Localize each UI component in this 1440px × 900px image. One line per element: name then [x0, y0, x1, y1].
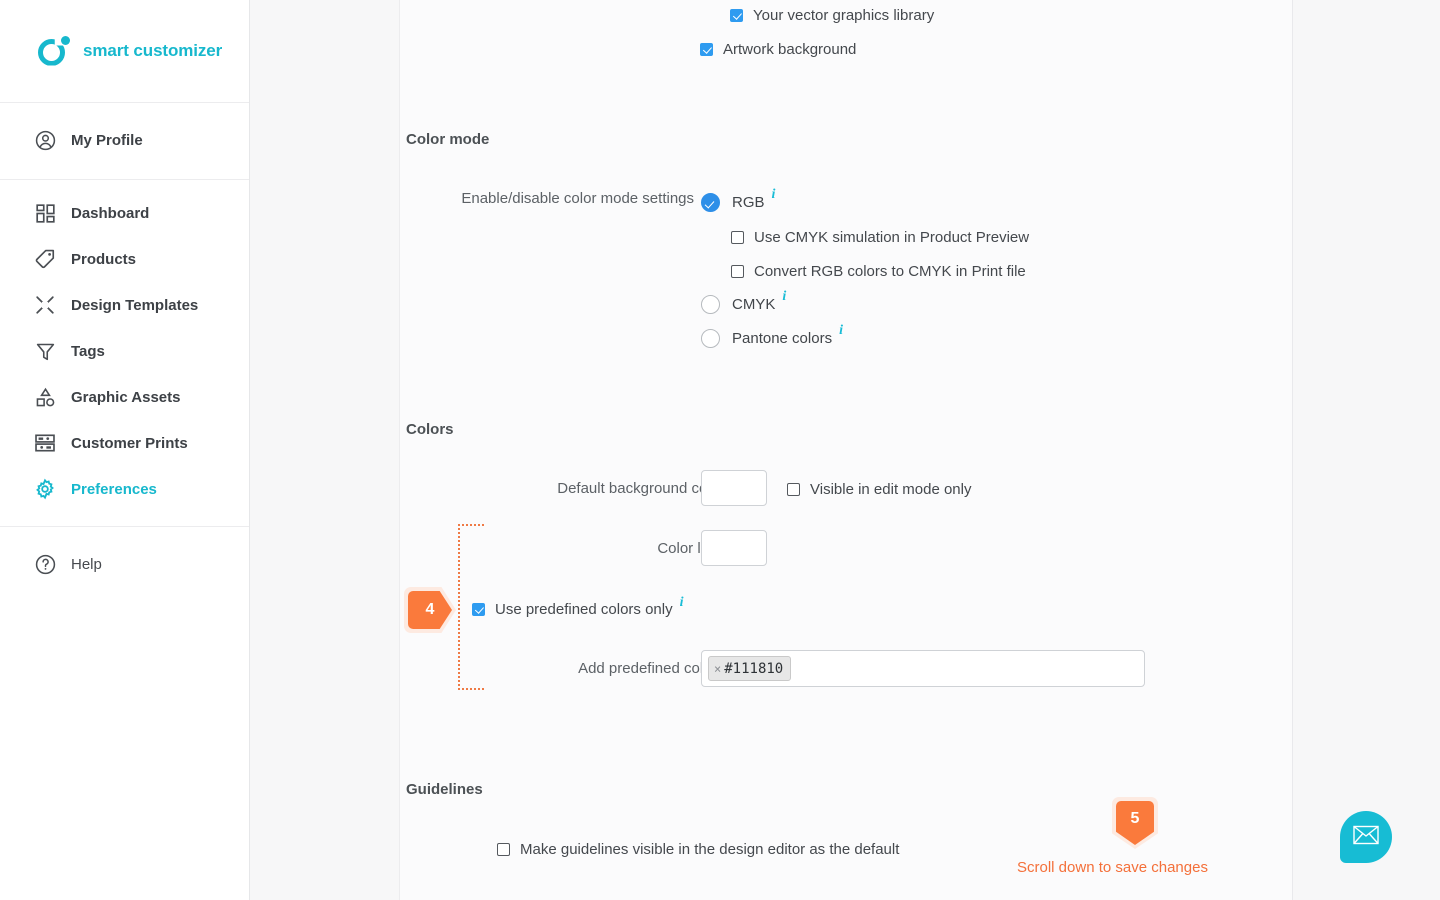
convert-rgb-to-cmyk-label: Convert RGB colors to CMYK in Print file: [754, 263, 1026, 280]
default-background-color-label: Default background color: [557, 480, 724, 497]
design-templates-icon: [32, 292, 58, 318]
envelope-icon: [1353, 825, 1379, 850]
cmyk-simulation-label: Use CMYK simulation in Product Preview: [754, 229, 1030, 246]
sidebar-item-label: Help: [71, 555, 102, 573]
use-predefined-colors-checkbox[interactable]: [472, 603, 485, 616]
vector-library-checkbox[interactable]: [730, 9, 743, 22]
brand-logo[interactable]: smart customizer: [0, 0, 249, 103]
artwork-background-label: Artwork background: [723, 41, 857, 58]
sidebar-item-label: Graphic Assets: [71, 388, 181, 406]
artwork-background-checkbox[interactable]: [700, 43, 713, 56]
radio-row-rgb[interactable]: RGB i: [701, 187, 775, 212]
chip-value: #111810: [724, 660, 784, 677]
default-background-color-input[interactable]: [701, 470, 767, 506]
funnel-icon: [32, 338, 58, 364]
pantone-info-icon[interactable]: i: [839, 323, 843, 339]
sidebar-group-main: Dashboard Products Design Templates Tags…: [0, 180, 249, 527]
tag-icon: [32, 246, 58, 272]
cmyk-radio[interactable]: [701, 295, 720, 314]
color-limit-label: Color limit: [657, 540, 724, 557]
checkbox-row-vector-library[interactable]: Your vector graphics library: [730, 7, 934, 24]
checkbox-row-visible-edit-mode[interactable]: Visible in edit mode only: [787, 481, 971, 498]
chip-remove-icon[interactable]: ×: [714, 662, 721, 676]
color-chip[interactable]: × #111810: [708, 656, 792, 681]
pantone-label: Pantone colors: [732, 330, 833, 347]
sidebar-group-help: Help: [0, 527, 249, 601]
use-predefined-colors-info-icon[interactable]: i: [680, 595, 684, 611]
make-guidelines-visible-label: Make guidelines visible in the design ed…: [520, 841, 900, 858]
sidebar-item-label: Products: [71, 250, 137, 268]
section-title-guidelines: Guidelines: [406, 781, 483, 798]
visible-edit-mode-checkbox[interactable]: [787, 483, 800, 496]
content-right-gutter: [1293, 0, 1440, 900]
sidebar-item-help[interactable]: Help: [0, 541, 249, 587]
cmyk-info-icon[interactable]: i: [782, 289, 786, 305]
customer-prints-icon: [32, 430, 58, 456]
section-title-color-mode: Color mode: [406, 131, 490, 148]
color-mode-field-label: Enable/disable color mode settings: [461, 190, 694, 207]
sidebar-item-label: Customer Prints: [71, 434, 188, 452]
sidebar-item-label: Design Templates: [71, 296, 199, 314]
use-predefined-colors-label: Use predefined colors only: [495, 601, 673, 618]
sidebar-item-design-templates[interactable]: Design Templates: [0, 282, 249, 328]
rgb-label: RGB: [732, 194, 765, 211]
convert-rgb-to-cmyk-checkbox[interactable]: [731, 265, 744, 278]
section-title-colors: Colors: [406, 421, 454, 438]
checkbox-row-make-guidelines-visible[interactable]: Make guidelines visible in the design ed…: [497, 841, 899, 858]
sidebar-group-profile: My Profile: [0, 103, 249, 180]
brand-name: smart customizer: [83, 41, 223, 60]
add-predefined-colors-input[interactable]: × #111810: [701, 650, 1145, 687]
vector-library-label: Your vector graphics library: [753, 7, 935, 24]
graphic-assets-icon: [32, 384, 58, 410]
app-root: smart customizer My Profile Dashboard Pr…: [0, 0, 1440, 900]
sidebar-item-label: My Profile: [71, 131, 143, 149]
dashboard-grid-icon: [32, 200, 58, 226]
content-left-gutter: [250, 0, 400, 900]
chat-launcher-button[interactable]: [1340, 811, 1392, 863]
sidebar-item-label: Tags: [71, 342, 105, 360]
color-limit-input[interactable]: [701, 530, 767, 566]
cmyk-simulation-checkbox[interactable]: [731, 231, 744, 244]
checkbox-row-artwork-background[interactable]: Artwork background: [700, 41, 856, 58]
add-predefined-colors-label: Add predefined colors: [578, 660, 724, 677]
radio-row-pantone[interactable]: Pantone colors i: [701, 323, 843, 348]
pantone-radio[interactable]: [701, 329, 720, 348]
checkbox-row-use-predefined-colors[interactable]: Use predefined colors only i: [472, 595, 684, 618]
sidebar-item-label: Dashboard: [71, 204, 150, 222]
preferences-panel: Your vector graphics library Artwork bac…: [400, 0, 1293, 900]
sidebar-item-graphic-assets[interactable]: Graphic Assets: [0, 374, 249, 420]
sidebar: smart customizer My Profile Dashboard Pr…: [0, 0, 250, 900]
smart-customizer-logo-icon: [38, 35, 71, 68]
sidebar-item-products[interactable]: Products: [0, 236, 249, 282]
cmyk-label: CMYK: [732, 296, 776, 313]
sidebar-item-dashboard[interactable]: Dashboard: [0, 190, 249, 236]
sidebar-item-preferences[interactable]: Preferences: [0, 466, 249, 512]
radio-row-cmyk[interactable]: CMYK i: [701, 289, 786, 314]
help-circle-icon: [32, 551, 58, 577]
rgb-info-icon[interactable]: i: [772, 187, 776, 203]
checkbox-row-convert-rgb-to-cmyk[interactable]: Convert RGB colors to CMYK in Print file: [731, 263, 1026, 280]
user-circle-icon: [32, 127, 58, 153]
sidebar-item-label: Preferences: [71, 480, 157, 498]
gear-icon: [32, 476, 58, 502]
rgb-radio[interactable]: [701, 193, 720, 212]
sidebar-item-tags[interactable]: Tags: [0, 328, 249, 374]
sidebar-item-customer-prints[interactable]: Customer Prints: [0, 420, 249, 466]
make-guidelines-visible-checkbox[interactable]: [497, 843, 510, 856]
visible-edit-mode-label: Visible in edit mode only: [810, 481, 972, 498]
scroll-to-save-note: Scroll down to save changes: [1017, 859, 1208, 876]
sidebar-item-my-profile[interactable]: My Profile: [0, 117, 249, 163]
checkbox-row-cmyk-simulation[interactable]: Use CMYK simulation in Product Preview: [731, 229, 1029, 246]
